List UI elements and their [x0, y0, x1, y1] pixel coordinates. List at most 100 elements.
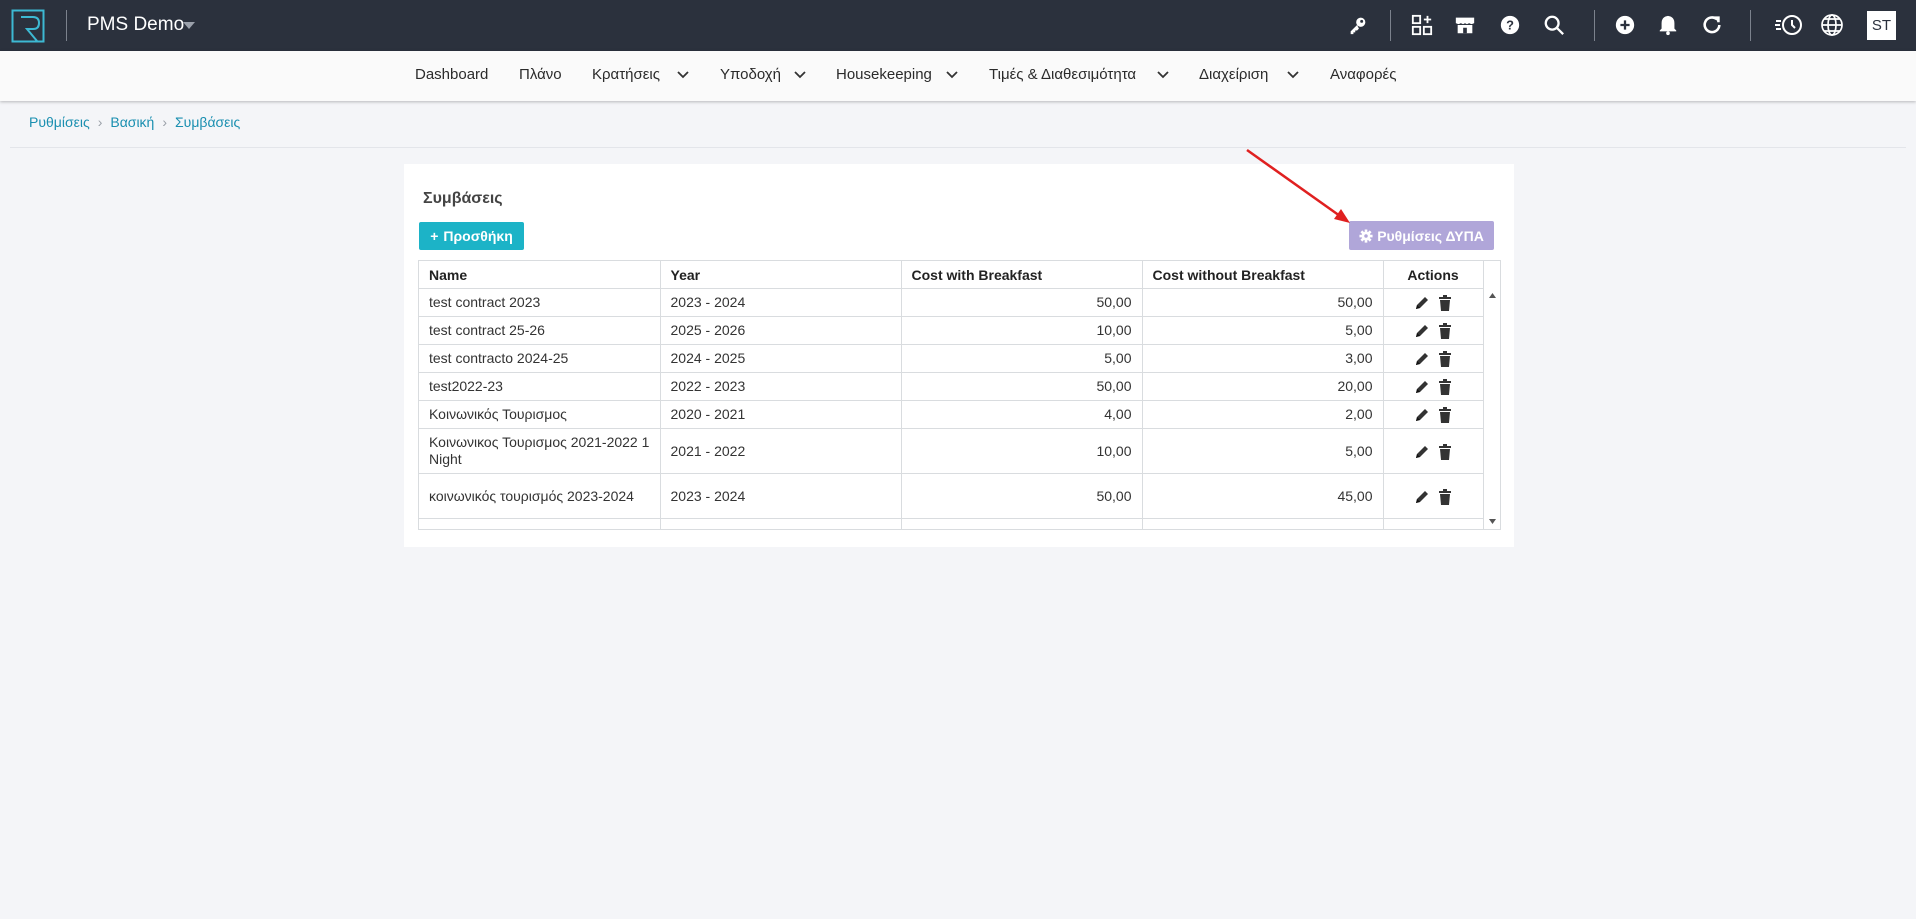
table-row: κοινωνικός τουρισμός 2023-2024 2023 - 202… [419, 473, 1484, 519]
nav-item-reservations[interactable]: Κρατήσεις [592, 66, 660, 83]
cell-actions [1383, 372, 1484, 401]
refresh-icon[interactable] [1700, 13, 1724, 37]
column-header-cost-without-breakfast[interactable]: Cost without Breakfast [1142, 261, 1384, 289]
nav-item-dashboard[interactable]: Dashboard [415, 66, 488, 83]
edit-icon[interactable] [1414, 323, 1430, 339]
caret-down-icon[interactable] [183, 22, 195, 29]
cell-actions [1383, 473, 1484, 519]
cell-name: test contract 25-26 [419, 316, 661, 345]
top-bar: PMS Demo ? ST [0, 0, 1916, 51]
app-logo-icon[interactable] [11, 9, 45, 43]
cell-name: Κοινωνικός Τουρισμός 3 Nights [419, 518, 661, 529]
cell-cost-without-breakfast: 5,00 [1142, 428, 1384, 474]
cell-cost-with-breakfast: 4,00 [901, 400, 1143, 429]
breadcrumb-item-contracts[interactable]: Συμβάσεις [175, 114, 240, 130]
breadcrumb-item-basic[interactable]: Βασική [110, 114, 154, 130]
cell-year: 2023 - 2024 [660, 288, 902, 317]
divider [1750, 10, 1751, 41]
cell-cost-without-breakfast: 3,00 [1142, 344, 1384, 373]
delete-icon[interactable] [1438, 443, 1452, 460]
nav-item-management[interactable]: Διαχείριση [1199, 66, 1268, 83]
chevron-down-icon[interactable] [945, 70, 959, 80]
cell-cost-without-breakfast: 50,00 [1142, 288, 1384, 317]
key-icon[interactable] [1346, 13, 1370, 37]
cell-cost-with-breakfast: 10,00 [901, 316, 1143, 345]
divider [66, 10, 67, 41]
search-icon[interactable] [1542, 13, 1566, 37]
property-selector[interactable]: PMS Demo [87, 14, 184, 36]
nav-item-rates-availability[interactable]: Τιμές & Διαθεσιμότητα [989, 66, 1136, 83]
delete-icon[interactable] [1438, 379, 1452, 396]
breadcrumb-separator-icon: › [162, 114, 168, 130]
edit-icon[interactable] [1414, 407, 1430, 423]
edit-icon[interactable] [1414, 444, 1430, 460]
delete-icon[interactable] [1438, 295, 1452, 312]
cell-year: 2022 - 2023 [660, 372, 902, 401]
bell-icon[interactable] [1656, 13, 1680, 37]
breadcrumb-item-settings[interactable]: Ρυθμίσεις [29, 114, 90, 130]
column-header-year[interactable]: Year [660, 261, 902, 289]
delete-icon[interactable] [1438, 351, 1452, 368]
table-row: Κοινωνικος Τουρισμος 2021-2022 1 Night 20… [419, 428, 1484, 474]
delete-icon[interactable] [1438, 488, 1452, 505]
cell-year: 2025 - 2026 [660, 316, 902, 345]
edit-icon[interactable] [1414, 351, 1430, 367]
add-button[interactable]: + Προσθήκη [419, 222, 524, 250]
edit-icon[interactable] [1414, 489, 1430, 505]
cell-name: test contracto 2024-25 [419, 344, 661, 373]
delete-icon[interactable] [1438, 407, 1452, 424]
cell-actions [1383, 344, 1484, 373]
chevron-down-icon[interactable] [1286, 70, 1300, 80]
cell-year: 2022 - 2023 [660, 518, 902, 529]
grid-plus-icon[interactable] [1410, 13, 1434, 37]
cell-cost-with-breakfast: 10,00 [901, 428, 1143, 474]
store-icon[interactable] [1453, 13, 1477, 37]
nav-item-housekeeping[interactable]: Housekeeping [836, 66, 932, 83]
table-scrollbar[interactable] [1485, 288, 1500, 528]
scroll-down-icon[interactable] [1489, 519, 1496, 524]
help-icon[interactable]: ? [1498, 13, 1522, 37]
dypa-settings-button[interactable]: Ρυθμίσεις ΔΥΠΑ [1349, 221, 1494, 250]
cell-cost-with-breakfast: 50,00 [901, 473, 1143, 519]
cell-cost-with-breakfast: 50,00 [901, 372, 1143, 401]
nav-item-plano[interactable]: Πλάνο [519, 66, 562, 83]
nav-item-reception[interactable]: Υποδοχή [720, 66, 781, 83]
add-button-label: Προσθήκη [443, 228, 513, 244]
cell-year: 2021 - 2022 [660, 428, 902, 474]
chevron-down-icon[interactable] [676, 70, 690, 80]
divider [1390, 10, 1391, 41]
nav-item-reports[interactable]: Αναφορές [1330, 66, 1396, 83]
edit-icon[interactable] [1414, 379, 1430, 395]
globe-icon[interactable] [1820, 13, 1844, 37]
plus-icon: + [430, 228, 439, 244]
breadcrumb: Ρυθμίσεις › Βασική › Συμβάσεις [29, 114, 240, 130]
divider [1594, 10, 1595, 41]
history-icon[interactable] [1774, 13, 1804, 37]
add-circle-icon[interactable] [1613, 13, 1637, 37]
table-row: test contract 25-26 2025 - 2026 10,00 5,00 [419, 316, 1484, 345]
table-row: Κοινωνικός Τουρισμος 2020 - 2021 4,00 2,00 [419, 400, 1484, 429]
scroll-up-icon[interactable] [1489, 293, 1496, 298]
chevron-down-icon[interactable] [793, 70, 807, 80]
dypa-settings-label: Ρυθμίσεις ΔΥΠΑ [1377, 227, 1484, 244]
column-header-name[interactable]: Name [419, 261, 661, 289]
delete-icon[interactable] [1438, 323, 1452, 340]
cell-year: 2023 - 2024 [660, 473, 902, 519]
chevron-down-icon[interactable] [1156, 70, 1170, 80]
user-avatar[interactable]: ST [1867, 11, 1896, 40]
cell-cost-with-breakfast: 4,00 [901, 518, 1143, 529]
cell-cost-with-breakfast: 50,00 [901, 288, 1143, 317]
svg-text:?: ? [1506, 18, 1514, 33]
cell-name: Κοινωνικος Τουρισμος 2021-2022 1 Night [419, 428, 661, 474]
cell-actions [1383, 518, 1484, 529]
column-header-cost-with-breakfast[interactable]: Cost with Breakfast [901, 261, 1143, 289]
gear-icon [1359, 228, 1373, 243]
cell-name: Κοινωνικός Τουρισμος [419, 400, 661, 429]
cell-name: test2022-23 [419, 372, 661, 401]
cell-actions [1383, 428, 1484, 474]
cell-cost-without-breakfast: 5,00 [1142, 316, 1384, 345]
cell-actions [1383, 288, 1484, 317]
breadcrumb-separator-icon: › [97, 114, 103, 130]
edit-icon[interactable] [1414, 295, 1430, 311]
divider [10, 147, 1906, 148]
